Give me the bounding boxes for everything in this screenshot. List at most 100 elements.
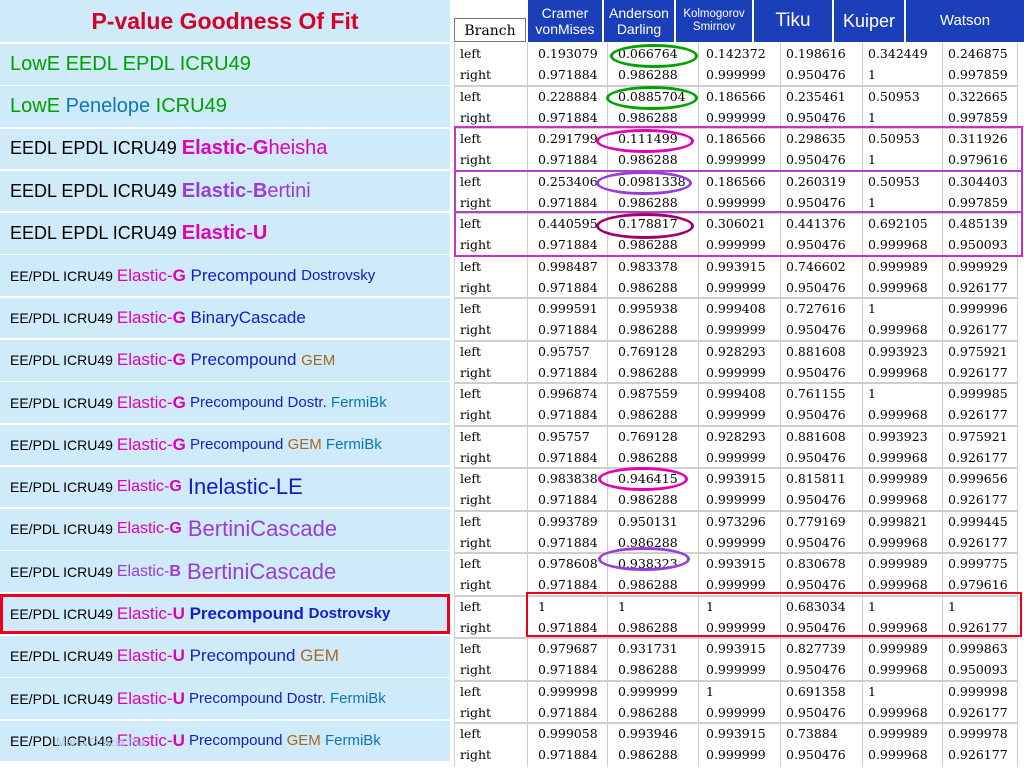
pvalue-cell: 0.999985 [948,386,1008,401]
table-row: left 0.993789 0.950131 0.973296 0.779169 0.99… [454,511,1018,554]
table-subrow-left: left 0.978608 0.938323 0.993915 0.830678 0.99… [454,553,1018,574]
pvalue-cell: 0.999968 [868,407,928,422]
table-row: left 0.291799 0.111499 0.186566 0.298635 0.50… [454,128,1018,171]
pvalue-cell: 0.0885704 [618,88,686,104]
branch-label: left [460,556,482,571]
pvalue-cell: 0.971884 [538,67,598,82]
pvalue-cell: 0.999999 [706,577,766,592]
pvalue-cell: 0.291799 [538,131,598,146]
table-row: left 0.95757 0.769128 0.928293 0.881608 0.993… [454,341,1018,384]
model-label-segment: G [172,265,186,285]
branch-label: right [460,279,492,295]
model-label-segment: Penelope [65,95,151,118]
model-label-segment: G [172,434,186,454]
pvalue-cell: 0.950476 [786,534,846,550]
model-label-segment: B [252,179,268,202]
model-label-row: EEDL EPDL ICRU49 Elastic - Gheisha [0,128,450,170]
pvalue-cell: 0.769128 [618,343,678,359]
pvalue-cell: 0.993915 [706,471,766,486]
pvalue-cell: 0.928293 [706,343,766,359]
pvalue-cell: 0.931731 [618,641,678,656]
branch-label: right [460,449,492,465]
column-line [607,43,608,767]
model-label-row: EE/PDL ICRU49 Elastic- U Precompound GEM [0,635,450,677]
table-row: left 0.996874 0.987559 0.999408 0.761155 1 0.9… [454,383,1018,426]
pvalue-cell: 0.193079 [538,46,598,61]
pvalue-cell: 0.95757 [538,343,590,359]
pvalue-cell: 0.971884 [538,747,598,762]
table-subrow-right: right 0.971884 0.986288 0.999999 0.950476 0.9… [454,702,1018,723]
pvalue-cell: 0.999978 [948,726,1008,741]
model-label-segment: Inelastic-LE [181,474,303,500]
pvalue-cell: 0.971884 [538,109,598,125]
table-row: left 0.999998 0.999999 1 0.691358 1 0.999998 ri… [454,681,1018,724]
pvalue-cell: 0.971884 [538,704,598,720]
table-row: left 0.95757 0.769128 0.928293 0.881608 0.993… [454,426,1018,469]
pvalue-cell: 0.986288 [618,364,678,380]
pvalue-cell: 0.971884 [538,194,598,210]
model-label-segment: EE/PDL ICRU49 [10,352,117,369]
pvalue-cell: 0.971884 [538,279,598,295]
author-watermark: Maria Grazia Pia [56,735,146,749]
pvalue-cell: 0.971884 [538,322,598,337]
model-label-segment: GEM [300,646,339,666]
table-subrow-left: left 0.983838 0.946415 0.993915 0.815811 0.99… [454,468,1018,489]
pvalue-cell: 0.999968 [868,704,928,720]
pvalue-cell: 0.178817 [618,216,678,231]
model-label-segment: EE/PDL ICRU49 [10,690,117,707]
pvalue-cell: 0.50953 [868,173,920,189]
pvalue-cell: 0.999999 [706,279,766,295]
table-row: left 0.253406 0.0981338 0.186566 0.260319 0.5… [454,171,1018,214]
pvalue-cell: 0.979616 [948,152,1008,167]
model-label-row: EE/PDL ICRU49 Elastic- B BertiniCascade [0,551,450,592]
pvalue-cell: 0.926177 [948,619,1008,635]
pvalue-cell: 0.950476 [786,67,846,82]
pvalue-cell: 0.986288 [618,279,678,295]
test-header-label: Darling [616,21,662,37]
table-subrow-left: left 0.95757 0.769128 0.928293 0.881608 0.993… [454,426,1018,447]
pvalue-cell: 0.999999 [706,704,766,720]
table-row: left 0.999591 0.995938 0.999408 0.727616 1 0.9… [454,298,1018,341]
table-row: left 0.978608 0.938323 0.993915 0.830678 0.99… [454,553,1018,596]
model-label-row: EE/PDL ICRU49 Elastic- U Precompound Dost… [0,593,450,635]
pvalue-cell: 0.440595 [538,216,598,231]
model-label-segment: G [172,307,186,327]
model-label-segment: - [246,137,253,160]
model-label-segment: LowE EEDL EPDL ICRU49 [10,52,251,75]
model-label-segment: Elastic- [116,434,173,454]
pvalue-cell: 0.692105 [868,216,928,231]
pvalue-cell: 0.997859 [948,109,1008,125]
model-label-segment: BertiniCascade [180,558,337,584]
pvalue-cell: 0.999989 [868,258,928,274]
pvalue-cell: 0.769128 [618,428,678,444]
pvalue-cell: 1 [868,683,876,699]
pvalue-cell: 0.999989 [868,641,928,656]
test-header-label: Tiku [775,10,811,32]
table-subrow-left: left 0.999998 0.999999 1 0.691358 1 0.999998 [454,681,1018,702]
column-line [862,43,863,767]
model-label-segment: Elastic- [116,307,173,327]
table-subrow-right: right 0.971884 0.986288 0.999999 0.950476 0.9… [454,234,1018,255]
pvalue-cell: 0.971884 [538,492,598,507]
pvalue-cell: 0.971884 [538,577,598,592]
pvalue-cell: 0.973296 [706,513,766,529]
pvalue-cell: 0.999863 [948,641,1008,656]
branch-label: right [460,67,492,82]
pvalue-cell: 0.881608 [786,428,846,444]
model-label-row: EE/PDL ICRU49 Elastic- G Precompound Dost… [0,255,450,296]
model-label-segment: GEM [286,732,325,750]
pvalue-cell: 0.926177 [948,492,1008,507]
pvalue-cell: 0.986288 [618,407,678,422]
pvalue-cell: 0.950476 [786,662,846,677]
test-header-cell: Kolmogorov Smirnov [676,0,754,42]
pvalue-cell: 0.986288 [618,67,678,82]
model-label-segment: Precompound [185,265,302,285]
pvalue-cell: 0.306021 [706,216,766,231]
model-label-row: EE/PDL ICRU49 Elastic- G Precompound Dost… [0,382,450,423]
table-subrow-right: right 0.971884 0.986288 0.999999 0.950476 0.9… [454,447,1018,468]
branch-label: left [460,173,482,189]
pvalue-cell: 0.971884 [538,152,598,167]
pvalue-cell: 0.999999 [706,449,766,465]
pvalue-cell: 0.999999 [706,237,766,252]
model-label-segment: Elastic- [116,603,173,623]
